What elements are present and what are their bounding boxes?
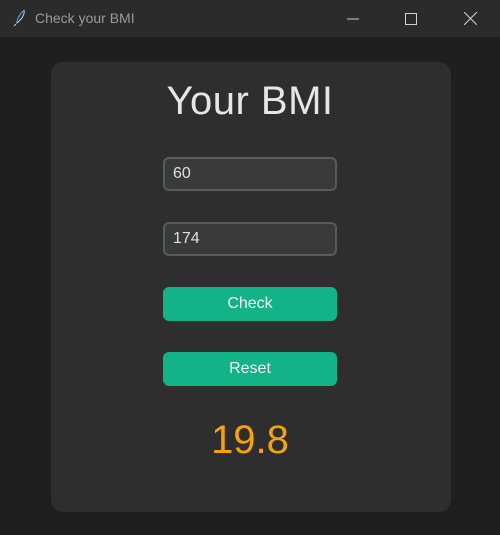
check-button[interactable]: Check (163, 287, 337, 321)
page-title: Your BMI (166, 79, 334, 123)
weight-input[interactable] (163, 157, 337, 191)
close-icon (463, 12, 477, 25)
title-bar[interactable]: Check your BMI (0, 0, 500, 37)
reset-button[interactable]: Reset (163, 352, 337, 386)
window-title: Check your BMI (35, 10, 135, 26)
feather-icon (12, 9, 28, 27)
minimize-button[interactable] (330, 0, 376, 37)
bmi-result: 19.8 (211, 418, 289, 462)
height-input[interactable] (163, 222, 337, 256)
close-button[interactable] (447, 0, 493, 37)
minimize-icon (347, 13, 359, 25)
maximize-icon (405, 12, 417, 25)
app-window: Check your BMI Your BMI Check Reset 19.8 (0, 0, 500, 535)
maximize-button[interactable] (388, 0, 434, 37)
